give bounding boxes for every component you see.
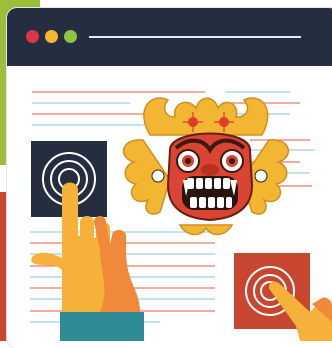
illustration (30, 91, 332, 341)
barong-mask-icon (123, 97, 289, 236)
